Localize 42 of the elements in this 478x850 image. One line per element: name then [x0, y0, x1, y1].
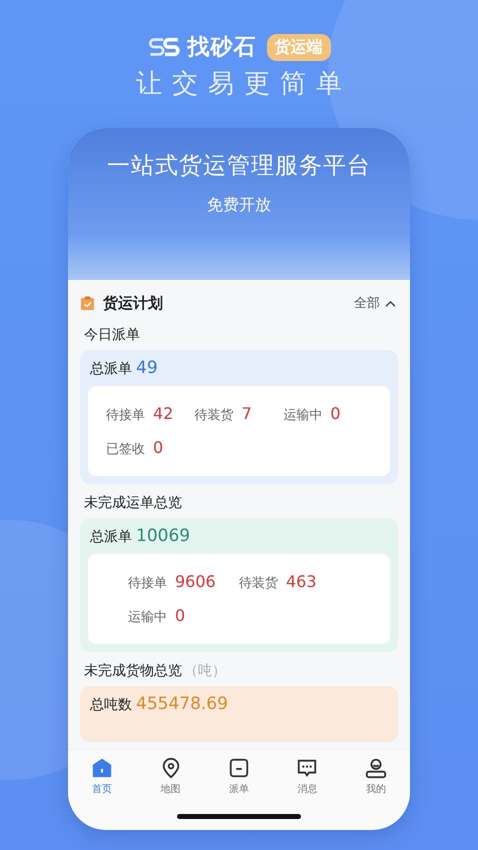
user-icon — [364, 756, 387, 778]
logo-text: 找砂石 — [188, 34, 256, 62]
stat-value: 0 — [330, 404, 341, 423]
banner-subtitle: 免费开放 — [207, 195, 271, 216]
stat-value: 9606 — [175, 572, 216, 591]
stat-value: 0 — [153, 438, 164, 457]
tab[interactable]: 首页 — [68, 750, 136, 802]
stat-label: 已签收 — [106, 441, 145, 458]
stat-label: 运输中 — [128, 609, 167, 626]
stat-value: 7 — [242, 404, 252, 423]
total-label: 总派单 — [90, 528, 132, 546]
stat-value: 42 — [153, 404, 174, 423]
stat-value: 0 — [175, 606, 186, 625]
panel-title: 货运计划 — [103, 294, 164, 312]
tab[interactable]: 派单 — [204, 750, 274, 802]
caret-icon — [385, 300, 396, 306]
stat-label: 待装货 — [194, 407, 234, 424]
stat-label: 待装货 — [239, 575, 278, 592]
filter-toggle[interactable]: 全部 — [352, 294, 398, 312]
section-title: 未完成货物总览 — [84, 663, 182, 679]
stat-label: 运输中 — [283, 407, 322, 424]
section-title: 今日派单 — [84, 327, 140, 343]
total-label: 总吨数 — [90, 696, 132, 714]
document-icon — [228, 756, 250, 778]
home-icon — [91, 756, 114, 778]
total-value: 49 — [136, 358, 158, 378]
clipboard-icon — [80, 296, 95, 310]
total-label: 总派单 — [90, 360, 132, 378]
banner-title: 一站式货运管理服务平台 — [107, 152, 371, 181]
total-value: 10069 — [136, 526, 190, 546]
tab[interactable]: 我的 — [342, 750, 410, 802]
stat-label: 待接单 — [128, 575, 167, 592]
stat-value: 463 — [286, 572, 317, 591]
unit-label: （吨） — [184, 663, 226, 679]
total-value: 455478.69 — [136, 694, 228, 714]
tab[interactable]: 地图 — [136, 750, 205, 802]
app-badge: 货运端 — [266, 34, 330, 60]
tab[interactable]: 消息 — [273, 750, 342, 802]
stat-label: 待接单 — [106, 407, 145, 424]
logo-icon — [148, 36, 182, 58]
section-title: 未完成运单总览 — [84, 495, 182, 511]
slogan: 让交易更简单 — [135, 68, 352, 101]
